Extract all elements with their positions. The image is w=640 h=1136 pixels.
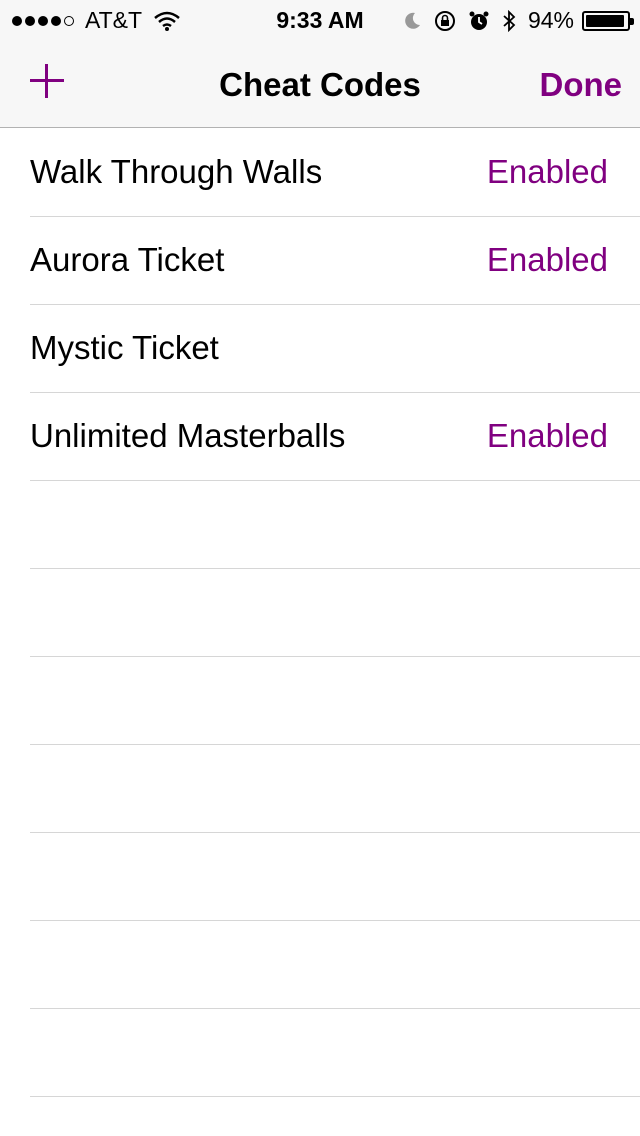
empty-row xyxy=(30,745,640,833)
empty-row xyxy=(30,833,640,921)
cheat-name: Mystic Ticket xyxy=(30,329,219,366)
cheat-name: Unlimited Masterballs xyxy=(30,417,346,454)
empty-row xyxy=(30,921,640,1009)
cheat-row[interactable]: Walk Through Walls Enabled xyxy=(30,129,640,217)
cheat-status: Enabled xyxy=(486,153,608,190)
battery-percent: 94% xyxy=(527,7,574,33)
cheat-name: Aurora Ticket xyxy=(30,241,225,278)
cheat-codes-list: Walk Through Walls Enabled Aurora Ticket En… xyxy=(0,129,640,1097)
cheat-row[interactable]: Mystic Ticket xyxy=(30,305,640,393)
battery-icon xyxy=(582,10,634,31)
status-right: 94% xyxy=(390,7,634,34)
cheat-name: Walk Through Walls xyxy=(30,153,323,190)
empty-row xyxy=(30,657,640,745)
bluetooth-icon xyxy=(502,9,516,32)
navigation-bar: Cheat Codes Done xyxy=(0,40,640,128)
cheat-status: Enabled xyxy=(486,241,608,278)
empty-row xyxy=(30,481,640,569)
moon-icon xyxy=(402,11,422,31)
battery-fill xyxy=(586,14,624,27)
rotation-lock-icon xyxy=(434,10,456,32)
cheat-row[interactable]: Unlimited Masterballs Enabled xyxy=(30,393,640,481)
done-button[interactable]: Done xyxy=(540,66,623,104)
alarm-icon xyxy=(468,10,490,32)
empty-row xyxy=(30,1009,640,1097)
cheat-status: Enabled xyxy=(486,417,608,454)
cheat-row[interactable]: Aurora Ticket Enabled xyxy=(30,217,640,305)
empty-row xyxy=(30,569,640,657)
status-bar: AT&T 9:33 AM 94% xyxy=(0,0,640,40)
